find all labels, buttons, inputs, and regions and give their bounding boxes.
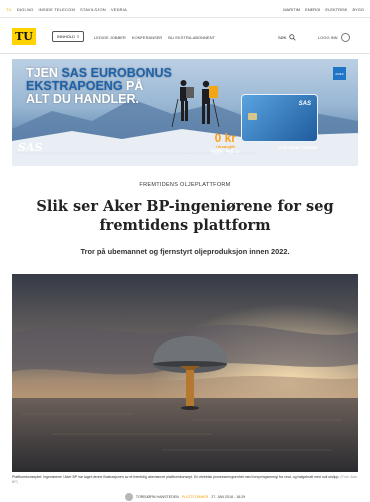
network-link-digi[interactable]: DIGI.NO [17, 7, 34, 12]
section-links: MARITIM ENERGI ELEKTRISK BYGG [283, 7, 364, 12]
login-label: LOGG INN [318, 34, 338, 40]
ad-fine-print: TOLKER: SAS Amex Classic-kunder tjener p… [16, 152, 256, 155]
author-section[interactable]: PLATTFORMER [182, 495, 209, 499]
article-title: Slik ser Aker BP-ingeniørene for seg fre… [36, 198, 334, 234]
section-link-maritim[interactable]: MARITIM [283, 7, 300, 12]
amex-logo: AMEX [333, 67, 346, 80]
site-header: TU INNHOLD ≡ LEDIGE JOBBER KONFERANSER B… [0, 18, 370, 54]
nav-item-jobs[interactable]: LEDIGE JOBBER [94, 35, 126, 40]
nav-item-subscribe[interactable]: BLI EKSTRA-ABONNENT [168, 35, 215, 40]
section-link-energi[interactable]: ENERGI [305, 7, 320, 12]
network-link-stavilsjon[interactable]: STAVILSJON [80, 7, 106, 12]
login-button[interactable]: LOGG INN [318, 31, 350, 43]
user-icon [340, 32, 350, 42]
credit-card-image: SAS [241, 94, 318, 142]
card-label: SAS Amex Classic [278, 145, 318, 150]
image-caption: Plattformkonseptet: Ingeniørene i Aker B… [12, 475, 358, 484]
tu-logo[interactable]: TU [12, 28, 36, 45]
section-link-elektrisk[interactable]: ELEKTRISK [325, 7, 347, 12]
card-chip-icon [248, 113, 257, 120]
network-links: TU DIGI.NO INSIDE TELECOM STAVILSJON VED… [6, 7, 127, 12]
author-avatar [124, 493, 133, 501]
sas-amex-ad-banner[interactable]: TJEN SAS EUROBONUS EKSTRAPOENG PÅ ALT DU… [12, 59, 358, 166]
main-nav: LEDIGE JOBBER KONFERANSER BLI EKSTRA-ABO… [94, 35, 215, 40]
article-byline: TORBJØRN HANSTEDEN PLATTFORMER 27. JAN 2… [0, 493, 370, 501]
network-link-tu[interactable]: TU [6, 7, 12, 12]
nav-item-conferences[interactable]: KONFERANSER [132, 35, 162, 40]
article-hero-image [12, 274, 358, 472]
menu-button[interactable]: INNHOLD ≡ [52, 31, 85, 42]
article-lead: Tror på ubemannet og fjernstyrt oljeprod… [80, 247, 290, 256]
top-site-bar: TU DIGI.NO INSIDE TELECOM STAVILSJON VED… [0, 0, 370, 18]
publish-date: 27. JAN 2018 - 18:29 [211, 495, 246, 499]
section-link-bygg[interactable]: BYGG [352, 7, 364, 12]
search-button[interactable]: SØK [278, 31, 302, 43]
search-label: SØK [278, 34, 287, 40]
menu-label: INNHOLD [57, 34, 76, 39]
platform-illustration [12, 274, 358, 472]
hamburger-icon: ≡ [77, 34, 80, 39]
network-link-inside-telecom[interactable]: INSIDE TELECOM [38, 7, 75, 12]
network-link-vedria[interactable]: VEDRIA [111, 7, 127, 12]
author-name[interactable]: TORBJØRN HANSTEDEN [136, 495, 179, 499]
search-icon [289, 33, 297, 41]
ad-headline: TJEN SAS EUROBONUS EKSTRAPOENG PÅ ALT DU… [26, 66, 172, 106]
article-kicker: FREMTIDENS OLJEPLATTFORM [139, 182, 231, 188]
